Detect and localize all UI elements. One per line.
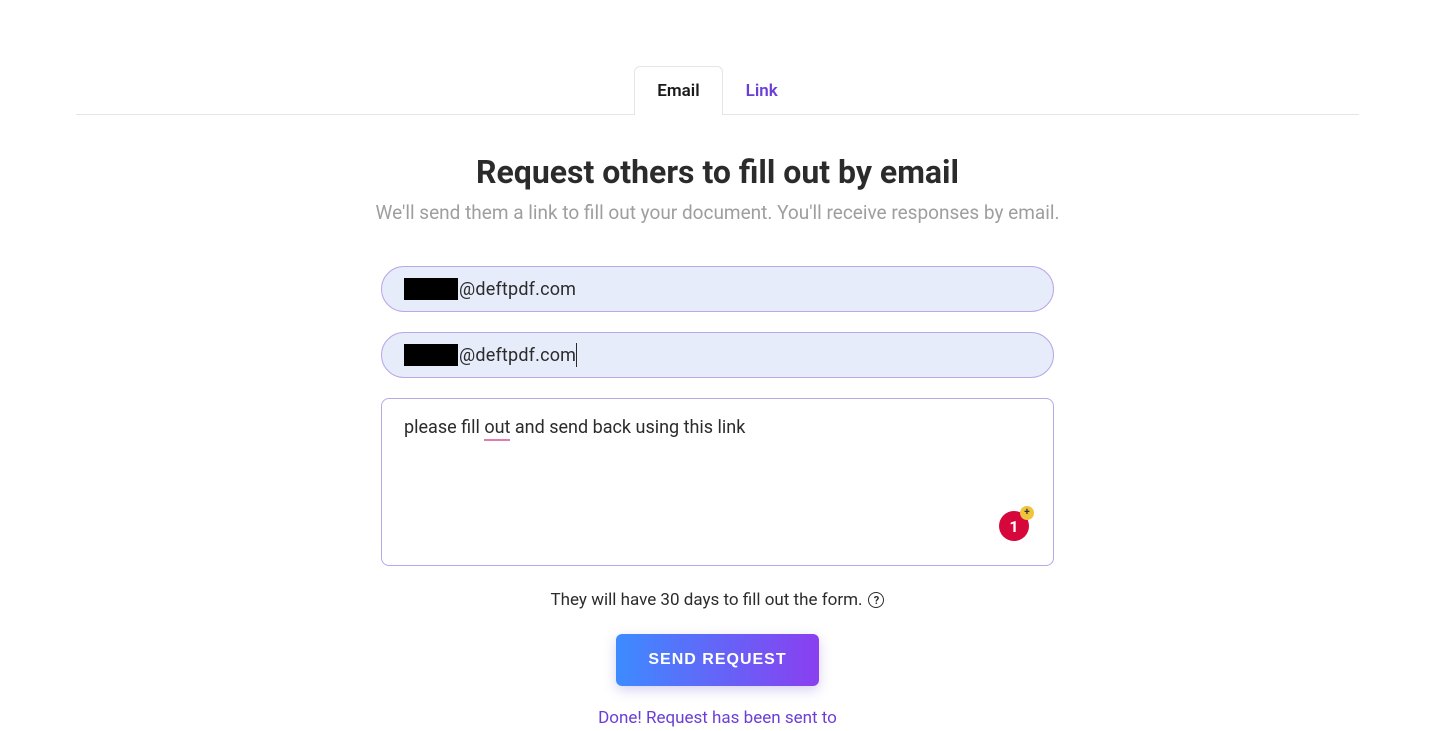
help-icon[interactable]: ? — [868, 592, 884, 608]
message-text-post: and send back using this link — [510, 417, 745, 438]
notification-badge[interactable]: 1 + — [999, 511, 1029, 541]
email-input-2[interactable]: @deftpdf.com — [381, 332, 1054, 378]
tabs: Email Link — [634, 66, 800, 115]
status-message: Done! Request has been sent to — [598, 708, 837, 728]
message-textarea[interactable]: please fill out and send back using this… — [381, 398, 1054, 566]
email-suffix-1: @deftpdf.com — [459, 279, 576, 300]
tabs-bar: Email Link — [76, 65, 1359, 115]
tab-link[interactable]: Link — [723, 66, 801, 115]
plus-icon: + — [1020, 506, 1034, 520]
message-text-underlined: out — [484, 417, 510, 441]
page-subtitle: We'll send them a link to fill out your … — [376, 201, 1060, 224]
content-area: Request others to fill out by email We'l… — [0, 115, 1435, 728]
email-input-1[interactable]: @deftpdf.com — [381, 266, 1054, 312]
form-area: @deftpdf.com @deftpdf.com please fill ou… — [381, 266, 1054, 728]
email-suffix-2: @deftpdf.com — [459, 345, 576, 366]
page-container: Email Link Request others to fill out by… — [0, 0, 1435, 728]
redacted-block — [404, 278, 458, 300]
send-request-button[interactable]: SEND REQUEST — [616, 634, 818, 686]
expiry-note: They will have 30 days to fill out the f… — [551, 590, 885, 610]
note-text: They will have 30 days to fill out the f… — [551, 590, 863, 610]
message-text-pre: please fill — [404, 417, 484, 438]
text-cursor — [576, 343, 577, 367]
redacted-block — [404, 344, 458, 366]
page-title: Request others to fill out by email — [476, 153, 959, 191]
tab-email[interactable]: Email — [634, 66, 722, 115]
badge-count: 1 — [1009, 517, 1018, 536]
